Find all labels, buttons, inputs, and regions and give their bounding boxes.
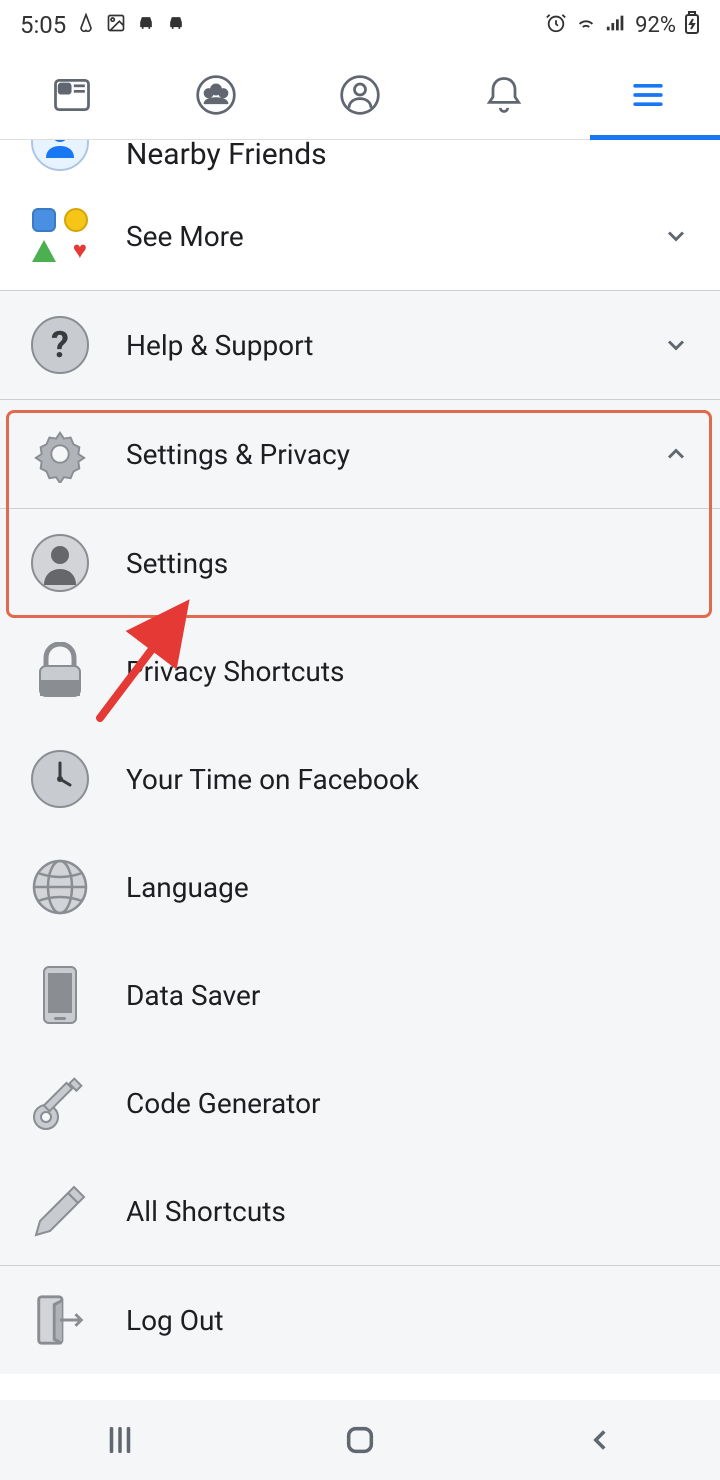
menu-item-nearby-friends[interactable]: Nearby Friends [0,140,720,182]
tab-profile[interactable] [288,50,432,139]
settings-label: Settings [126,547,690,580]
menu-item-help-support[interactable]: ? Help & Support [0,291,720,399]
lock-icon [30,641,90,701]
help-support-label: Help & Support [126,329,626,362]
battery-percent: 92% [635,13,676,38]
tab-news-feed[interactable] [0,50,144,139]
menu-item-all-shortcuts[interactable]: All Shortcuts [0,1157,720,1265]
signal-icon [605,12,627,39]
settings-privacy-label: Settings & Privacy [126,438,626,471]
menu-item-settings[interactable]: Settings [0,509,720,617]
help-icon: ? [30,315,90,375]
menu-item-code-generator[interactable]: Code Generator [0,1049,720,1157]
airbnb-icon [76,13,96,38]
status-right: 92% [545,11,700,40]
svg-text:?: ? [51,324,69,366]
all-shortcuts-label: All Shortcuts [126,1195,690,1228]
privacy-shortcuts-label: Privacy Shortcuts [126,655,690,688]
battery-charging-icon [684,11,700,40]
key-icon [30,1073,90,1133]
tab-menu[interactable] [576,50,720,139]
pencil-icon [30,1181,90,1241]
chevron-down-icon [662,222,690,250]
android-recent-apps[interactable] [0,1423,240,1457]
top-nav-tabs [0,50,720,140]
menu-item-data-saver[interactable]: Data Saver [0,941,720,1049]
logout-icon [30,1290,90,1350]
menu-item-privacy-shortcuts[interactable]: Privacy Shortcuts [0,617,720,725]
see-more-icon: ♥ [30,206,90,266]
clock-icon [30,749,90,809]
status-left: 5:05 [20,11,186,39]
car-icon [136,13,156,38]
menu-item-your-time[interactable]: Your Time on Facebook [0,725,720,833]
android-back[interactable] [480,1423,720,1457]
wifi-icon [575,12,597,39]
chevron-down-icon [662,331,690,359]
android-nav-bar [0,1400,720,1480]
status-bar: 5:05 92% [0,0,720,50]
tab-groups[interactable] [144,50,288,139]
your-time-label: Your Time on Facebook [126,763,690,796]
chevron-up-icon [662,440,690,468]
car-icon-2 [166,13,186,38]
alarm-icon [545,12,567,39]
language-label: Language [126,871,690,904]
tab-notifications[interactable] [432,50,576,139]
menu-list: Nearby Friends ♥ See More ? Help & Suppo… [0,140,720,1374]
log-out-label: Log Out [126,1304,690,1337]
menu-item-see-more[interactable]: ♥ See More [0,182,720,290]
menu-item-language[interactable]: Language [0,833,720,941]
globe-icon [30,857,90,917]
status-time: 5:05 [20,11,66,39]
image-icon [106,13,126,38]
android-home[interactable] [240,1423,480,1457]
see-more-label: See More [126,220,626,253]
profile-settings-icon [30,533,90,593]
nearby-friends-label: Nearby Friends [126,140,690,172]
menu-item-log-out[interactable]: Log Out [0,1266,720,1374]
nearby-friends-icon [30,140,90,172]
gear-icon [30,424,90,484]
menu-item-settings-privacy[interactable]: Settings & Privacy [0,400,720,508]
data-saver-label: Data Saver [126,979,690,1012]
phone-icon [30,965,90,1025]
code-generator-label: Code Generator [126,1087,690,1120]
